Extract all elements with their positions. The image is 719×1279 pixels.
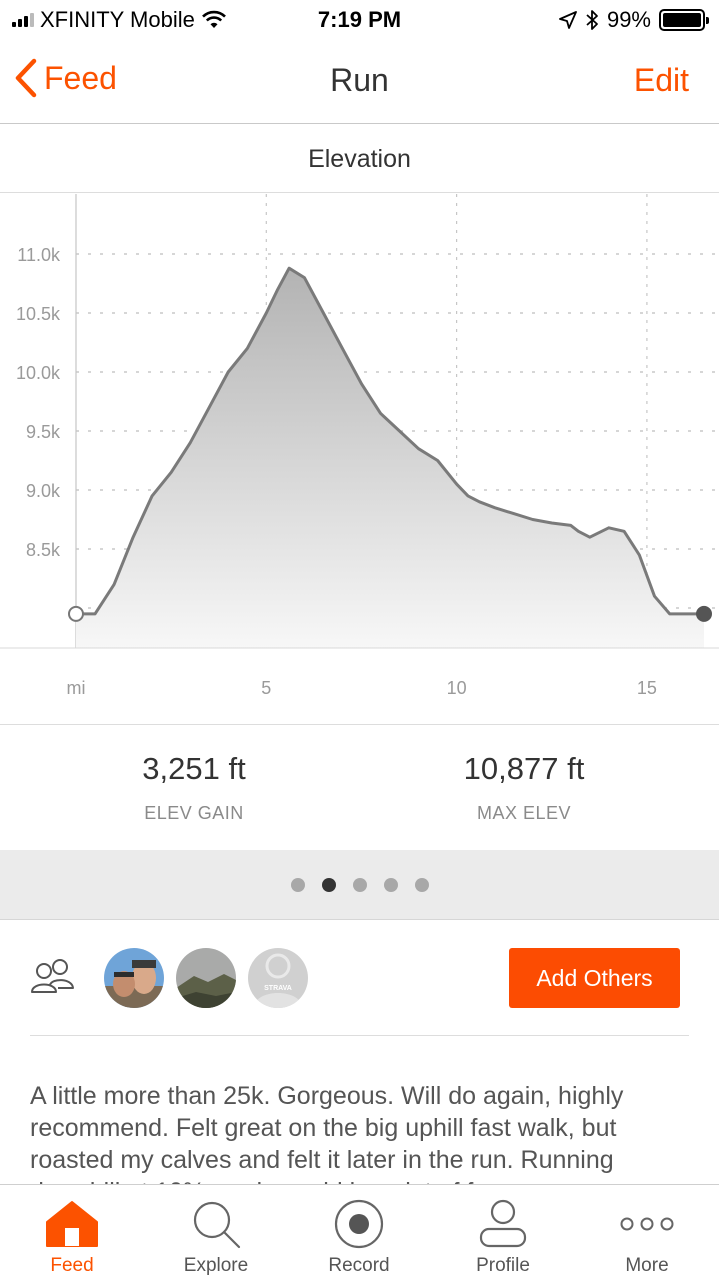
nav-bar: Feed Run Edit xyxy=(0,40,719,124)
record-icon xyxy=(334,1199,384,1249)
tab-feed[interactable]: Feed xyxy=(0,1185,144,1279)
x-tick-label: 15 xyxy=(637,678,657,698)
section-title: Elevation xyxy=(0,125,719,193)
tab-record[interactable]: Record xyxy=(287,1185,431,1279)
athlete-photo xyxy=(176,948,236,1008)
page-indicator xyxy=(0,850,719,920)
tab-bar: Feed Explore Record Profile More xyxy=(0,1184,719,1279)
battery-icon xyxy=(659,9,709,31)
end-marker xyxy=(696,605,712,622)
page-dot[interactable] xyxy=(321,877,336,892)
y-tick-label: 8.5k xyxy=(26,540,61,560)
tab-label: Record xyxy=(328,1255,390,1276)
start-marker xyxy=(68,605,84,622)
page-dot[interactable] xyxy=(383,877,398,892)
group-icon xyxy=(31,959,74,993)
stat-value: 3,251 ft xyxy=(142,751,246,786)
profile-icon xyxy=(479,1199,527,1248)
edit-button[interactable]: Edit xyxy=(634,62,689,99)
elevation-chart[interactable]: 8.5k 9.0k 9.5k 10.0k 10.5k 11.0k mi 5 10 15 xyxy=(0,194,719,724)
avatar[interactable]: STRAVA xyxy=(248,948,308,1008)
battery-percent: 99% xyxy=(606,7,651,32)
x-tick-label: 10 xyxy=(447,678,467,698)
tab-more[interactable]: More xyxy=(575,1185,719,1279)
page-dot[interactable] xyxy=(290,877,305,892)
avatar[interactable] xyxy=(104,948,164,1008)
stat-label: ELEV GAIN xyxy=(144,803,244,823)
y-tick-label: 11.0k xyxy=(17,245,61,265)
tab-label: Profile xyxy=(476,1255,530,1276)
more-icon xyxy=(620,1217,674,1231)
strava-default-avatar: STRAVA xyxy=(248,948,308,1008)
y-tick-label: 9.0k xyxy=(26,481,61,501)
home-icon xyxy=(46,1201,98,1247)
status-bar: XFINITY Mobile 7:19 PM 99% xyxy=(0,0,719,40)
search-icon xyxy=(193,1201,241,1249)
page-dot[interactable] xyxy=(352,877,367,892)
athlete-photo xyxy=(104,948,164,1008)
stat-label: MAX ELEV xyxy=(476,803,572,823)
tab-explore[interactable]: Explore xyxy=(144,1185,288,1279)
stat-elev-gain: 3,251 ft ELEV GAIN xyxy=(44,751,344,824)
stat-value: 10,877 ft xyxy=(463,751,585,786)
page-dot[interactable] xyxy=(414,877,429,892)
tab-label: Feed xyxy=(50,1255,94,1276)
y-tick-label: 10.5k xyxy=(16,304,61,324)
location-icon xyxy=(559,11,577,29)
page-title: Run xyxy=(330,62,389,98)
elevation-area xyxy=(76,268,704,648)
y-tick-label: 9.5k xyxy=(26,422,61,442)
add-others-button[interactable]: Add Others xyxy=(509,948,680,1008)
activity-description: A little more than 25k. Gorgeous. Will d… xyxy=(30,1082,624,1184)
stat-max-elev: 10,877 ft MAX ELEV xyxy=(374,751,674,824)
tab-label: More xyxy=(625,1255,669,1276)
strava-logo-text: STRAVA xyxy=(264,985,292,992)
tab-profile[interactable]: Profile xyxy=(431,1185,575,1279)
avatar[interactable] xyxy=(176,948,236,1008)
x-tick-label: 5 xyxy=(261,678,271,698)
x-tick-label: mi xyxy=(67,678,86,698)
bluetooth-icon xyxy=(586,10,598,30)
tab-label: Explore xyxy=(183,1255,249,1276)
stats-panel: 3,251 ft ELEV GAIN 10,877 ft MAX ELEV xyxy=(0,724,719,850)
athletes-row: STRAVA Add Others xyxy=(30,948,689,1036)
y-tick-label: 10.0k xyxy=(16,363,61,383)
